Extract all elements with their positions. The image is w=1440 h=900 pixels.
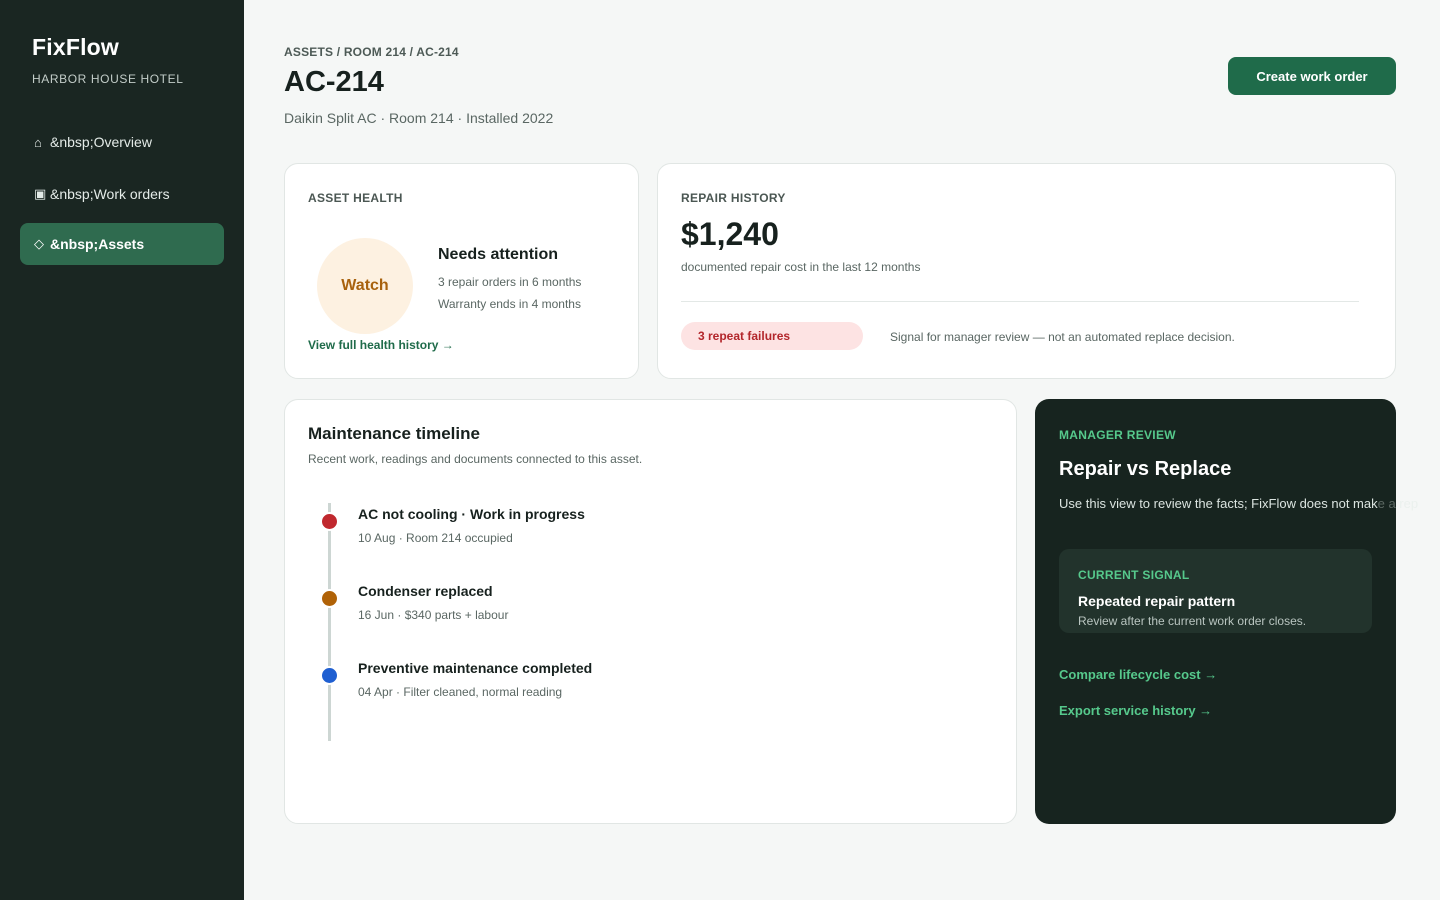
- repair-cost-description: documented repair cost in the last 12 mo…: [681, 260, 921, 274]
- review-label: MANAGER REVIEW: [1059, 428, 1176, 442]
- divider: [681, 301, 1359, 302]
- timeline-item-title[interactable]: Condenser replaced: [358, 583, 493, 599]
- export-service-history-link[interactable]: Export service history →: [1059, 703, 1212, 718]
- review-title: Repair vs Replace: [1059, 458, 1232, 480]
- signal-description: Review after the current work order clos…: [1078, 614, 1307, 628]
- card-label: ASSET HEALTH: [308, 191, 403, 205]
- timeline-dot: [320, 666, 339, 685]
- timeline-subtitle: Recent work, readings and documents conn…: [308, 452, 643, 466]
- page-subtitle: Daikin Split AC · Room 214 · Installed 2…: [284, 110, 554, 126]
- health-status-badge: Watch: [317, 238, 413, 334]
- create-work-order-button[interactable]: Create work order: [1228, 57, 1396, 95]
- sidebar-item-assets[interactable]: ◇ &nbsp;Assets: [20, 223, 224, 265]
- breadcrumb: ASSETS / ROOM 214 / AC-214: [284, 45, 459, 59]
- health-status-title: Needs attention: [438, 246, 559, 263]
- repair-history-card: REPAIR HISTORY $1,240 documented repair …: [657, 163, 1396, 379]
- repeat-failures-badge: 3 repeat failures: [681, 322, 863, 350]
- timeline-title: Maintenance timeline: [308, 424, 480, 443]
- timeline-dot: [320, 589, 339, 608]
- sidebar: FixFlow HARBOR HOUSE HOTEL ⌂ &nbsp;Overv…: [0, 0, 244, 900]
- timeline-item-meta: 04 Apr · Filter cleaned, normal reading: [358, 685, 563, 699]
- page-title: AC-214: [284, 66, 384, 98]
- current-signal-box: CURRENT SIGNAL Repeated repair pattern R…: [1059, 549, 1372, 633]
- sidebar-item-overview[interactable]: ⌂ &nbsp;Overview: [20, 121, 224, 163]
- brand-logo: FixFlow: [32, 34, 120, 60]
- manager-review-panel: MANAGER REVIEW Repair vs Replace Use thi…: [1035, 399, 1418, 824]
- sidebar-item-work-orders[interactable]: ▣ &nbsp;Work orders: [20, 173, 224, 215]
- signal-label: CURRENT SIGNAL: [1078, 568, 1190, 582]
- repair-cost-amount: $1,240: [681, 216, 779, 252]
- timeline-dot: [320, 512, 339, 531]
- review-description: Use this view to review the facts; FixFl…: [1059, 496, 1440, 511]
- timeline-item-title[interactable]: AC not cooling · Work in progress: [358, 506, 585, 522]
- review-description-overflow: e a rep: [1377, 496, 1419, 511]
- health-detail-line: 3 repair orders in 6 months: [438, 275, 582, 289]
- timeline-item-meta: 16 Jun · $340 parts + labour: [358, 608, 509, 622]
- home-icon: ⌂: [34, 134, 42, 150]
- compare-lifecycle-cost-link[interactable]: Compare lifecycle cost →: [1059, 667, 1217, 682]
- card-label: REPAIR HISTORY: [681, 191, 786, 205]
- maintenance-timeline-card: Maintenance timeline Recent work, readin…: [284, 399, 1017, 824]
- asset-health-card: ASSET HEALTH Watch Needs attention 3 rep…: [284, 163, 639, 379]
- timeline-item-title[interactable]: Preventive maintenance completed: [358, 660, 592, 676]
- timeline-item-meta: 10 Aug · Room 214 occupied: [358, 531, 513, 545]
- sidebar-item-label: &nbsp;Work orders: [50, 186, 170, 202]
- repair-note: Signal for manager review — not an autom…: [890, 330, 1235, 344]
- diamond-icon: ◇: [34, 236, 44, 251]
- sidebar-item-label: &nbsp;Assets: [50, 236, 145, 252]
- organization-name: HARBOR HOUSE HOTEL: [32, 72, 184, 86]
- view-health-history-link[interactable]: View full health history →: [308, 338, 454, 352]
- health-detail-line: Warranty ends in 4 months: [438, 297, 581, 311]
- timeline-rail: [328, 503, 331, 741]
- sidebar-item-label: &nbsp;Overview: [50, 134, 152, 150]
- signal-title: Repeated repair pattern: [1078, 593, 1236, 609]
- review-description-text: Use this view to review the facts; FixFl…: [1059, 496, 1378, 511]
- work-orders-icon: ▣: [34, 186, 47, 201]
